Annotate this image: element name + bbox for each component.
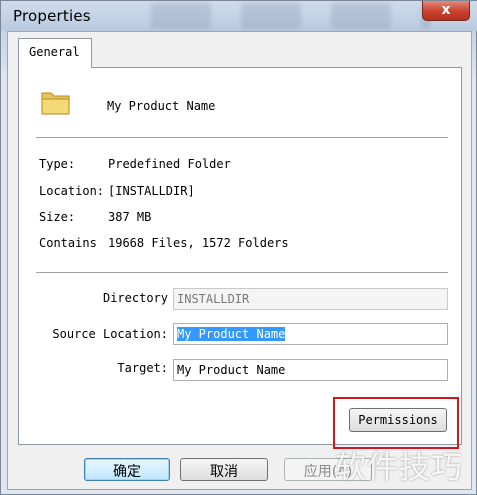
source-location-label: Source Location: <box>52 327 168 341</box>
ok-button[interactable]: 确定 <box>84 458 170 481</box>
size-value: 387 MB <box>108 210 152 224</box>
tab-panel-general <box>18 67 462 445</box>
title-bar[interactable]: Properties x <box>1 1 477 31</box>
directory-identifier-label: Directory Identifier: <box>102 291 168 305</box>
contains-value: 19668 Files, 1572 Folders <box>108 236 289 250</box>
type-value: Predefined Folder <box>108 157 231 171</box>
target-label: Target: <box>117 361 168 375</box>
source-location-value: My Product Name <box>177 327 286 341</box>
source-location-field[interactable]: My Product Name <box>173 323 448 345</box>
close-button[interactable]: x <box>422 1 470 21</box>
permissions-button[interactable]: Permissions <box>349 408 447 432</box>
size-label: Size: <box>39 210 76 224</box>
type-label: Type: <box>39 157 76 171</box>
folder-icon <box>41 92 70 115</box>
divider <box>36 137 448 139</box>
location-label: Location: <box>39 184 105 198</box>
item-name: My Product Name <box>107 99 216 113</box>
cancel-button[interactable]: 取消 <box>180 458 268 481</box>
location-value: [INSTALLDIR] <box>108 184 195 198</box>
background-window-blur <box>151 3 431 29</box>
tab-general[interactable]: General <box>18 38 92 68</box>
window-title: Properties <box>13 7 91 25</box>
directory-identifier-field: INSTALLDIR <box>173 288 448 310</box>
close-icon: x <box>441 2 451 18</box>
watermark: 软件技巧 <box>335 450 463 486</box>
target-field[interactable]: My Product Name <box>173 359 448 381</box>
contains-label: Contains <box>39 236 97 250</box>
divider <box>36 272 448 274</box>
